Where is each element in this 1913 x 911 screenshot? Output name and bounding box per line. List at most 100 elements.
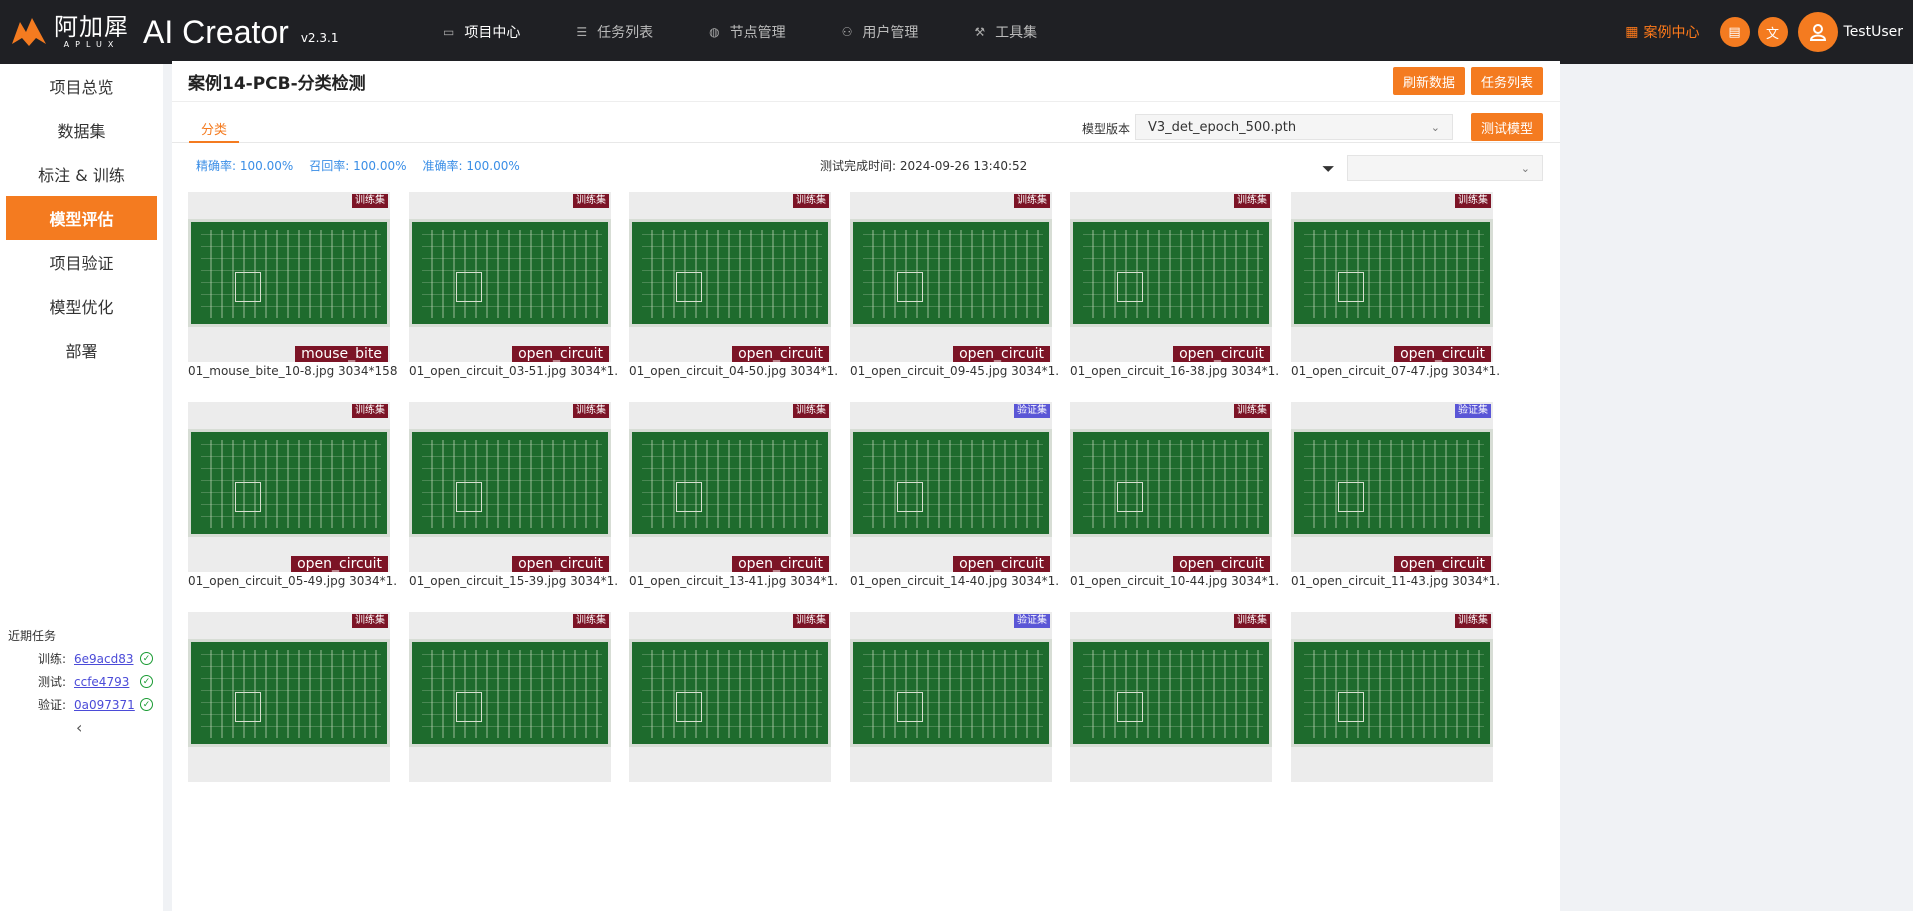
test-finish-time: 测试完成时间: 2024-09-26 13:40:52 — [820, 159, 1028, 173]
avatar[interactable] — [1797, 12, 1838, 52]
logo-cn-text: 阿加犀 — [54, 13, 129, 41]
pcb-thumbnail[interactable] — [188, 402, 390, 572]
pcb-thumbnail[interactable] — [1070, 192, 1272, 362]
collapse-sidebar-icon[interactable]: ‹ — [76, 718, 82, 737]
image-caption: 01_open_circuit_13-41.jpg 3034*1... — [629, 574, 839, 588]
class-label: open_circuit — [1394, 346, 1491, 362]
nav-node-management[interactable]: ◍ 节点管理 — [681, 0, 813, 64]
pcb-thumbnail[interactable] — [850, 402, 1052, 572]
case-center-link[interactable]: ▦ 案例中心 — [1625, 22, 1699, 42]
sidebar-item-model-eval[interactable]: 模型评估 — [6, 196, 157, 240]
username[interactable]: TestUser — [1844, 24, 1903, 40]
image-card[interactable]: 训练集 open_circuit 01_open_circuit_05-49.jpg… — [188, 402, 398, 588]
recent-test-link[interactable]: ccfe4793 — [74, 675, 136, 689]
class-label: open_circuit — [732, 556, 829, 572]
nav-task-list[interactable]: ☰ 任务列表 — [548, 0, 681, 64]
nav-project-center[interactable]: ▭ 项目中心 — [415, 0, 548, 64]
image-card[interactable]: 训练集 — [1070, 612, 1272, 795]
list-icon: ☰ — [576, 25, 588, 39]
dataset-badge: 验证集 — [1455, 404, 1491, 418]
model-version-select[interactable]: V3_det_epoch_500.pth ⌄ — [1135, 114, 1453, 140]
pcb-board-image — [850, 639, 1052, 747]
tab-classification[interactable]: 分类 — [189, 119, 240, 143]
pcb-board-image — [1291, 429, 1493, 537]
pcb-board-image — [1291, 639, 1493, 747]
pcb-thumbnail[interactable] — [188, 192, 390, 362]
nav-toolset[interactable]: ⚒ 工具集 — [946, 0, 1065, 64]
pcb-traces — [642, 230, 822, 318]
recent-tasks-title: 近期任务 — [8, 629, 57, 643]
refresh-button[interactable]: 刷新数据 — [1393, 67, 1465, 95]
image-caption: 01_open_circuit_09-45.jpg 3034*1... — [850, 364, 1060, 378]
pcb-thumbnail[interactable] — [1291, 192, 1493, 362]
dataset-badge: 验证集 — [1014, 404, 1050, 418]
pcb-thumbnail[interactable] — [1291, 402, 1493, 572]
image-card[interactable]: 训练集 open_circuit 01_open_circuit_07-47.jpg… — [1291, 192, 1501, 378]
node-icon: ◍ — [709, 25, 720, 39]
sidebar-item-project-verify[interactable]: 项目验证 — [0, 240, 163, 284]
image-card[interactable]: 训练集 open_circuit 01_open_circuit_15-39.jpg… — [409, 402, 619, 588]
image-card[interactable]: 训练集 open_circuit 01_open_circuit_09-45.jpg… — [850, 192, 1060, 378]
sidebar-item-dataset[interactable]: 数据集 — [0, 108, 163, 152]
image-card[interactable]: 验证集 open_circuit 01_open_circuit_11-43.jpg… — [1291, 402, 1501, 588]
image-card[interactable]: 训练集 — [629, 612, 831, 795]
dataset-badge: 训练集 — [573, 404, 609, 418]
pcb-thumbnail[interactable] — [1070, 402, 1272, 572]
image-card[interactable]: 训练集 — [409, 612, 611, 795]
image-card[interactable]: 训练集 open_circuit 01_open_circuit_13-41.jpg… — [629, 402, 839, 588]
task-list-button[interactable]: 任务列表 — [1471, 67, 1543, 95]
pcb-thumbnail[interactable] — [1291, 612, 1493, 782]
image-card[interactable]: 训练集 open_circuit 01_open_circuit_16-38.jpg… — [1070, 192, 1280, 378]
filter-select[interactable]: ⌄ — [1347, 155, 1543, 181]
sidebar-item-label-train[interactable]: 标注 & 训练 — [0, 152, 163, 196]
book-icon: ▤ — [1728, 24, 1741, 40]
pcb-chip — [456, 272, 482, 302]
image-card[interactable]: 训练集 open_circuit 01_open_circuit_04-50.jpg… — [629, 192, 839, 378]
image-caption: 01_open_circuit_07-47.jpg 3034*1... — [1291, 364, 1501, 378]
model-version-value: V3_det_epoch_500.pth — [1148, 119, 1297, 135]
pcb-board-image — [188, 219, 390, 327]
image-card[interactable]: 验证集 — [850, 612, 1052, 795]
pcb-thumbnail[interactable] — [850, 192, 1052, 362]
image-card[interactable]: 训练集 — [188, 612, 390, 795]
logo[interactable]: 阿加犀 APLUX AI Creator v2.3.1 — [10, 14, 410, 51]
sidebar-item-deploy[interactable]: 部署 — [0, 328, 163, 372]
image-card[interactable]: 验证集 open_circuit 01_open_circuit_14-40.jpg… — [850, 402, 1060, 588]
pcb-thumbnail[interactable] — [850, 612, 1052, 782]
pcb-thumbnail[interactable] — [409, 402, 611, 572]
pcb-traces — [863, 440, 1043, 528]
dataset-badge: 训练集 — [573, 614, 609, 628]
image-card[interactable]: 训练集 mouse_bite 01_mouse_bite_10-8.jpg 3034… — [188, 192, 398, 378]
pcb-thumbnail[interactable] — [629, 192, 831, 362]
pcb-traces — [1083, 440, 1263, 528]
image-card[interactable]: 训练集 open_circuit 01_open_circuit_03-51.jpg… — [409, 192, 619, 378]
dataset-badge: 训练集 — [793, 404, 829, 418]
image-card[interactable]: 训练集 — [1291, 612, 1493, 795]
pcb-traces — [422, 650, 602, 738]
pcb-thumbnail[interactable] — [409, 612, 611, 782]
pcb-thumbnail[interactable] — [629, 612, 831, 782]
pcb-thumbnail[interactable] — [629, 402, 831, 572]
nav-user-management[interactable]: ⚇ 用户管理 — [814, 0, 947, 64]
pcb-thumbnail[interactable] — [1070, 612, 1272, 782]
image-caption: 01_open_circuit_15-39.jpg 3034*1... — [409, 574, 619, 588]
filter-icon[interactable]: ⏷ — [1322, 159, 1335, 179]
image-caption: 01_open_circuit_04-50.jpg 3034*1... — [629, 364, 839, 378]
pcb-board-image — [629, 429, 831, 537]
recent-verify-link[interactable]: 0a097371 — [74, 698, 136, 712]
image-card[interactable]: 训练集 open_circuit 01_open_circuit_10-44.jpg… — [1070, 402, 1280, 588]
pcb-chip — [676, 272, 702, 302]
language-button[interactable]: 文 — [1757, 17, 1788, 47]
sidebar-item-overview[interactable]: 项目总览 — [0, 64, 163, 108]
pcb-thumbnail[interactable] — [409, 192, 611, 362]
sidebar-item-model-optimize[interactable]: 模型优化 — [0, 284, 163, 328]
image-caption: 01_open_circuit_03-51.jpg 3034*1... — [409, 364, 619, 378]
case-center-label: 案例中心 — [1643, 25, 1700, 41]
pcb-chip — [1338, 482, 1364, 512]
docs-button[interactable]: ▤ — [1719, 17, 1750, 47]
image-caption: 01_open_circuit_05-49.jpg 3034*1... — [188, 574, 398, 588]
pcb-thumbnail[interactable] — [188, 612, 390, 782]
recent-train-link[interactable]: 6e9acd83 — [74, 652, 136, 666]
test-model-button[interactable]: 测试模型 — [1471, 113, 1543, 141]
pcb-chip — [235, 692, 261, 722]
